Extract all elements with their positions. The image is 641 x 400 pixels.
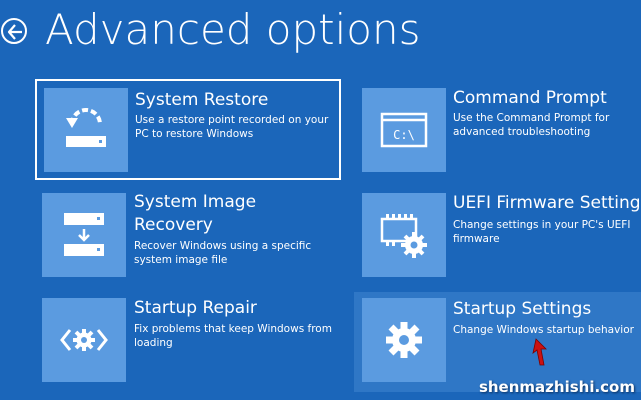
- startup-repair-icon-box: [42, 298, 126, 382]
- tile-description: Recover Windows using a specific system …: [134, 240, 312, 266]
- system-image-icon-box: [42, 193, 126, 277]
- tile-title-line2: Recovery: [134, 215, 213, 235]
- restore-icon: [66, 108, 106, 147]
- tile-startup-settings[interactable]: Startup Settings Change Windows startup …: [354, 292, 641, 392]
- tile-title: Command Prompt: [453, 88, 607, 108]
- back-arrow-icon: [7, 24, 22, 40]
- back-button[interactable]: [1, 18, 27, 44]
- tile-description: Change settings in your PC's UEFI firmwa…: [453, 219, 631, 245]
- gear-icon: [386, 322, 422, 358]
- tile-uefi-firmware-settings[interactable]: UEFI Firmware Settings Change settings i…: [354, 186, 641, 286]
- red-arrow-icon: [532, 338, 547, 366]
- tile-title-line1: System Image: [134, 192, 257, 212]
- tile-title: UEFI Firmware Settings: [453, 193, 641, 213]
- header: Advanced options: [0, 0, 641, 60]
- tile-description: Fix problems that keep Windows from load…: [134, 323, 332, 349]
- system-image-icon: [64, 213, 104, 256]
- code-gear-icon: [60, 329, 108, 351]
- tile-title: Startup Settings: [453, 299, 592, 319]
- watermark: shenmazhishi.com: [478, 378, 635, 396]
- command-prompt-icon-box: C:\: [362, 88, 446, 172]
- tile-description: Change Windows startup behavior: [453, 324, 634, 336]
- uefi-firmware-icon-box: [362, 193, 446, 277]
- startup-settings-icon-box: [362, 298, 446, 382]
- tile-description: Use the Command Prompt for advanced trou…: [453, 112, 610, 138]
- system-restore-icon-box: [44, 88, 128, 172]
- tile-title: Startup Repair: [134, 298, 257, 318]
- tile-startup-repair[interactable]: Startup Repair Fix problems that keep Wi…: [35, 292, 341, 392]
- page-title: Advanced options: [45, 5, 421, 54]
- tile-description: Use a restore point recorded on your PC …: [135, 114, 329, 140]
- tile-system-restore[interactable]: System Restore Use a restore point recor…: [35, 79, 341, 180]
- svg-text:C:\: C:\: [393, 128, 415, 142]
- tile-system-image-recovery[interactable]: System Image Recovery Recover Windows us…: [35, 186, 341, 286]
- tile-command-prompt[interactable]: C:\ Command Prompt Use the Command Promp…: [354, 79, 641, 180]
- command-prompt-icon: C:\: [380, 112, 428, 148]
- firmware-chip-icon: [380, 214, 427, 258]
- tile-title: System Restore: [135, 90, 269, 110]
